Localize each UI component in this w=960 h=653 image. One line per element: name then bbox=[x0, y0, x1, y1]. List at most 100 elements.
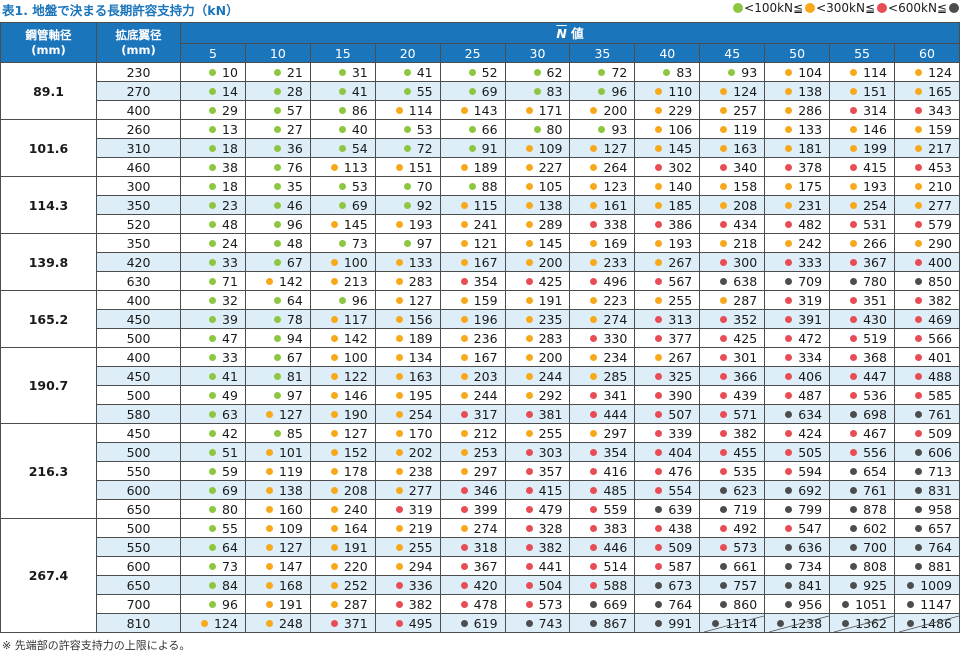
capacity-value: 514 bbox=[603, 558, 628, 574]
capacity-dot-icon bbox=[850, 68, 858, 76]
capacity-value: 571 bbox=[733, 406, 758, 422]
capacity-dot-icon bbox=[655, 429, 663, 437]
bulb-diameter-cell: 600 bbox=[96, 480, 181, 500]
capacity-dot-icon bbox=[338, 87, 346, 95]
capacity-cell: 191 bbox=[504, 290, 571, 310]
capacity-dot-icon bbox=[850, 372, 858, 380]
capacity-cell: 93 bbox=[569, 119, 636, 139]
capacity-dot-icon bbox=[460, 448, 468, 456]
capacity-dot-icon bbox=[590, 505, 598, 513]
capacity-cell: 482 bbox=[764, 214, 831, 234]
capacity-value: 127 bbox=[278, 406, 303, 422]
capacity-value: 252 bbox=[343, 577, 368, 593]
capacity-value: 142 bbox=[278, 273, 303, 289]
capacity-value: 764 bbox=[928, 539, 952, 555]
capacity-cell: 619 bbox=[439, 613, 506, 633]
capacity-cell: 425 bbox=[699, 328, 766, 348]
capacity-cell: 21 bbox=[244, 62, 311, 82]
capacity-dot-icon bbox=[785, 391, 793, 399]
capacity-dot-icon bbox=[720, 182, 728, 190]
capacity-cell: 713 bbox=[893, 461, 960, 481]
capacity-dot-icon bbox=[720, 467, 728, 475]
capacity-value: 808 bbox=[863, 558, 887, 574]
capacity-value: 430 bbox=[863, 311, 887, 327]
capacity-value: 41 bbox=[416, 64, 433, 80]
capacity-dot-icon bbox=[403, 239, 411, 247]
capacity-value: 253 bbox=[473, 444, 498, 460]
capacity-value: 314 bbox=[863, 102, 887, 118]
capacity-dot-icon bbox=[330, 277, 338, 285]
capacity-cell: 96 bbox=[309, 290, 376, 310]
capacity-cell: 496 bbox=[569, 271, 636, 291]
capacity-value: 438 bbox=[668, 520, 693, 536]
capacity-cell: 415 bbox=[504, 480, 571, 500]
capacity-dot-icon bbox=[590, 220, 598, 228]
capacity-dot-icon bbox=[785, 239, 793, 247]
capacity-cell: 127 bbox=[309, 423, 376, 443]
capacity-dot-icon bbox=[330, 334, 338, 342]
capacity-cell: 115 bbox=[439, 195, 506, 215]
capacity-dot-icon bbox=[265, 619, 273, 627]
bulb-diameter-cell: 420 bbox=[96, 252, 181, 272]
capacity-cell: 277 bbox=[893, 195, 960, 215]
capacity-value: 41 bbox=[222, 368, 238, 384]
capacity-cell: 18 bbox=[180, 176, 246, 196]
table-row: 600 69 138 208 277 346 415 485 554 623 692 761 831 bbox=[1, 480, 960, 500]
capacity-cell: 709 bbox=[764, 271, 831, 291]
capacity-dot-icon bbox=[850, 125, 858, 133]
capacity-cell: 390 bbox=[634, 385, 701, 405]
capacity-cell: 39 bbox=[180, 309, 246, 329]
capacity-value: 119 bbox=[278, 463, 303, 479]
capacity-cell: 505 bbox=[764, 442, 831, 462]
capacity-dot-icon bbox=[785, 220, 793, 228]
bulb-diameter-cell: 500 bbox=[96, 442, 181, 462]
capacity-dot-icon bbox=[720, 600, 728, 608]
capacity-value: 573 bbox=[538, 596, 563, 612]
capacity-dot-icon bbox=[395, 353, 403, 361]
capacity-cell: 382 bbox=[504, 537, 571, 557]
capacity-dot-icon bbox=[395, 410, 403, 418]
capacity-dot-icon bbox=[338, 239, 346, 247]
capacity-value: 81 bbox=[286, 368, 303, 384]
capacity-dot-icon bbox=[850, 239, 858, 247]
capacity-value: 338 bbox=[603, 216, 628, 232]
capacity-cell: 163 bbox=[374, 366, 441, 386]
capacity-cell: 193 bbox=[374, 214, 441, 234]
capacity-value: 49 bbox=[222, 387, 238, 403]
capacity-cell: 106 bbox=[634, 119, 701, 139]
capacity-cell: 202 bbox=[374, 442, 441, 462]
capacity-cell: 133 bbox=[764, 119, 831, 139]
capacity-cell: 469 bbox=[893, 309, 960, 329]
capacity-value: 958 bbox=[928, 501, 952, 517]
capacity-value: 71 bbox=[222, 273, 238, 289]
capacity-cell: 254 bbox=[374, 404, 441, 424]
capacity-dot-icon bbox=[468, 87, 476, 95]
capacity-value: 203 bbox=[473, 368, 498, 384]
capacity-dot-icon bbox=[655, 182, 663, 190]
capacity-cell: 212 bbox=[439, 423, 506, 443]
capacity-value: 57 bbox=[286, 102, 303, 118]
capacity-cell: 217 bbox=[893, 138, 960, 158]
capacity-cell: 248 bbox=[244, 613, 311, 633]
capacity-cell: 100 bbox=[309, 252, 376, 272]
capacity-value: 110 bbox=[668, 83, 693, 99]
capacity-cell: 158 bbox=[699, 176, 766, 196]
capacity-cell: 446 bbox=[569, 537, 636, 557]
capacity-value: 208 bbox=[733, 197, 758, 213]
capacity-cell: 343 bbox=[893, 100, 960, 120]
capacity-dot-icon bbox=[720, 353, 728, 361]
bulb-diameter-cell: 500 bbox=[96, 518, 181, 538]
capacity-value: 175 bbox=[798, 178, 823, 194]
capacity-value: 439 bbox=[733, 387, 758, 403]
capacity-value: 238 bbox=[408, 463, 433, 479]
legend: <100kN≦ <300kN≦ <600kN≦ bbox=[731, 1, 960, 15]
table-row: 700 96 191 287 382 478 573 669 764 860 956 1051 1147 bbox=[1, 594, 960, 614]
capacity-value: 72 bbox=[611, 64, 628, 80]
capacity-value: 386 bbox=[668, 216, 693, 232]
capacity-dot-icon bbox=[850, 163, 858, 171]
pipe-diameter-label: 鋼管軸径 bbox=[25, 27, 72, 42]
capacity-value: 488 bbox=[928, 368, 952, 384]
capacity-cell: 606 bbox=[893, 442, 960, 462]
capacity-cell: 220 bbox=[309, 556, 376, 576]
capacity-cell: 303 bbox=[504, 442, 571, 462]
